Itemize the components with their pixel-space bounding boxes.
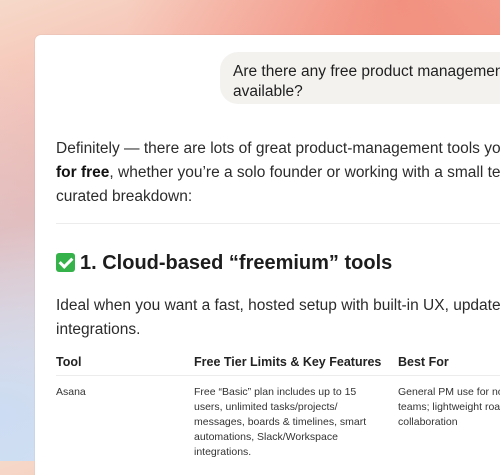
user-message-line-1: Are there any free product management [233,63,500,80]
user-message-bubble: Are there any free product management av… [220,52,500,104]
table-header-limits: Free Tier Limits & Key Features [194,355,382,369]
limits-line: Free “Basic” plan includes up to 15 [194,386,357,398]
best-for-line: General PM use for no [398,386,500,398]
table-header-tool: Tool [56,355,82,369]
limits-line: messages, boards & timelines, smart [194,416,367,428]
intro-line-2-rest: , whether you’re a solo founder or worki… [109,164,500,181]
section-description: Ideal when you want a fast, hosted setup… [56,294,500,342]
best-for-line: teams; lightweight roa [398,401,500,413]
table-cell-tool: Asana [56,386,86,398]
intro-line-1: Definitely — there are lots of great pro… [56,140,500,157]
section-heading: 1. Cloud-based “freemium” tools [56,250,392,276]
section-title: 1. Cloud-based “freemium” tools [80,252,393,274]
section-desc-line-1: Ideal when you want a fast, hosted setup… [56,297,500,314]
intro-line-2: for free, whether you’re a solo founder … [56,161,500,185]
white-heavy-check-mark-icon [56,253,75,272]
limits-line: integrations. [194,446,252,458]
table-header-rule [56,375,500,376]
intro-line-3: curated breakdown: [56,188,193,205]
section-desc-line-2: integrations. [56,321,141,338]
table-header-best-for: Best For [398,355,449,369]
limits-line: automations, Slack/Workspace [194,431,338,443]
user-message-line-2: available? [233,83,303,100]
limits-line: users, unlimited tasks/projects/ [194,401,338,413]
intro-bold-text: for free [56,164,110,181]
section-divider [56,223,500,224]
table-cell-best-for: General PM use for no teams; lightweight… [398,385,500,430]
best-for-line: collaboration [398,416,458,428]
assistant-intro: Definitely — there are lots of great pro… [56,137,500,209]
chat-window: Are there any free product management av… [35,35,500,475]
table-cell-limits: Free “Basic” plan includes up to 15 user… [194,385,394,460]
